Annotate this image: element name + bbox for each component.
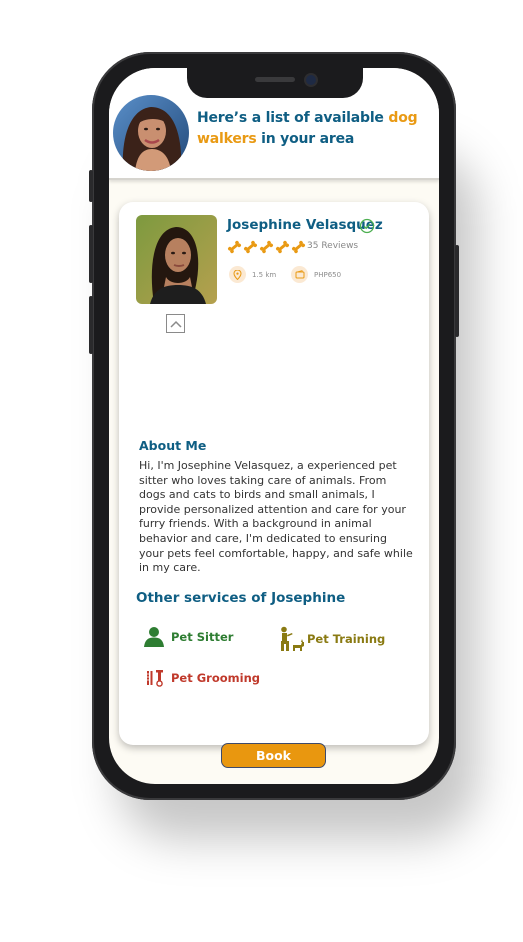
header-title-suffix: in your area [256,131,355,147]
bone-icon [244,240,257,254]
phone-volume-up-button [89,225,93,283]
price-value: PHP650 [314,271,342,279]
bone-icon [228,240,241,254]
bone-icon [276,240,289,254]
distance-value: 1.5 km [252,271,277,279]
app-screen: Here’s a list of available dog walkers i… [109,68,439,784]
person-icon [144,627,164,647]
location-pin-icon [229,266,246,283]
book-button[interactable]: Book [221,743,326,768]
service-pet-sitter[interactable]: Pet Sitter [143,626,233,648]
rating-bones [227,240,306,254]
dog-training-icon [281,626,304,651]
service-label: Pet Training [307,632,386,646]
verified-badge-icon [359,218,375,234]
review-count: 35 Reviews [307,241,359,251]
phone-power-button [455,245,459,337]
bone-icon [260,240,273,254]
other-services-heading: Other services of Josephine [136,590,346,606]
phone-speaker [255,77,295,82]
grooming-icon [147,670,163,687]
walker-profile-card: Josephine Velasquez 35 Reviews 1.5 km PH… [119,202,429,768]
phone-mute-button [89,170,93,202]
phone-notch [187,68,363,98]
walker-profile-photo[interactable] [136,215,217,304]
phone-volume-down-button [89,296,93,354]
about-me-text: Hi, I'm Josephine Velasquez, a experienc… [139,459,413,575]
front-camera [306,75,316,85]
collapse-button[interactable] [166,314,185,333]
service-label: Pet Grooming [171,671,260,685]
bone-icon [292,240,305,254]
wallet-icon [291,266,308,283]
service-pet-grooming[interactable]: Pet Grooming [145,668,260,688]
about-me-heading: About Me [139,438,207,453]
header-title-prefix: Here’s a list of available [197,110,389,126]
header-title: Here’s a list of available dog walkers i… [197,108,433,150]
chevron-up-icon [169,320,182,328]
service-label: Pet Sitter [171,630,234,644]
user-avatar[interactable] [113,95,189,171]
service-pet-training[interactable]: Pet Training [279,626,385,652]
